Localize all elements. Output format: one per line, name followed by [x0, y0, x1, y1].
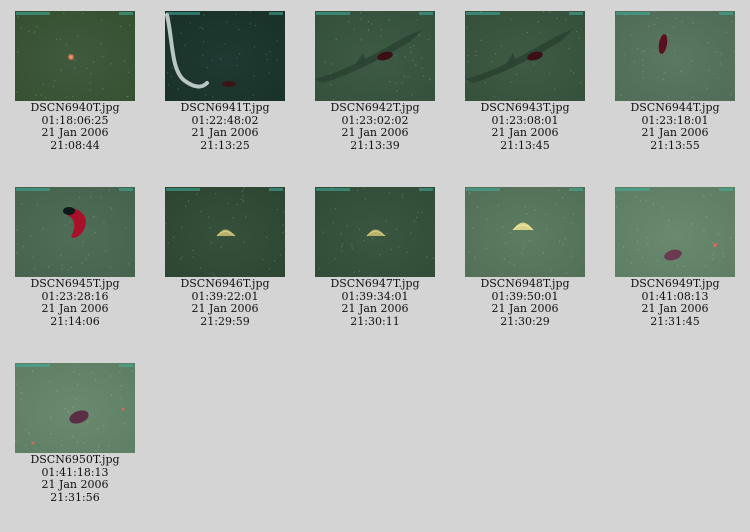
thumbnail-caption: DSCN6946T.jpg 01:39:22:01 21 Jan 2006 21…	[150, 277, 300, 329]
thumbnail-caption: DSCN6949T.jpg 01:41:08:13 21 Jan 2006 21…	[600, 277, 750, 329]
thumbnail-caption: DSCN6941T.jpg 01:22:48:02 21 Jan 2006 21…	[150, 101, 300, 153]
time-label: 21:13:55	[650, 139, 700, 153]
thumbnail-tile[interactable]: DSCN6941T.jpg 01:22:48:02 21 Jan 2006 21…	[150, 11, 300, 153]
thumbnail-gallery: DSCN6940T.jpg 01:18:06:25 21 Jan 2006 21…	[0, 0, 750, 532]
filename-label[interactable]: DSCN6942T.jpg	[300, 101, 450, 115]
thumbnail-image[interactable]	[465, 11, 585, 101]
thumbnail-tile[interactable]: DSCN6944T.jpg 01:23:18:01 21 Jan 2006 21…	[600, 11, 750, 153]
filename-label[interactable]: DSCN6944T.jpg	[600, 101, 750, 115]
thumbnail-image[interactable]	[15, 363, 135, 453]
thumbnail-image[interactable]	[315, 11, 435, 101]
thumbnail-caption: DSCN6944T.jpg 01:23:18:01 21 Jan 2006 21…	[600, 101, 750, 153]
thumbnail-tile[interactable]: DSCN6943T.jpg 01:23:08:01 21 Jan 2006 21…	[450, 11, 600, 153]
filename-label[interactable]: DSCN6945T.jpg	[0, 277, 150, 291]
thumbnail-image[interactable]	[165, 11, 285, 101]
thumbnail-caption: DSCN6942T.jpg 01:23:02:02 21 Jan 2006 21…	[300, 101, 450, 153]
filename-label[interactable]: DSCN6943T.jpg	[450, 101, 600, 115]
filename-label[interactable]: DSCN6950T.jpg	[0, 453, 150, 467]
thumbnail-tile[interactable]: DSCN6950T.jpg 01:41:18:13 21 Jan 2006 21…	[0, 363, 150, 505]
thumbnail-tile[interactable]: DSCN6940T.jpg 01:18:06:25 21 Jan 2006 21…	[0, 11, 150, 153]
thumbnail-tile[interactable]: DSCN6946T.jpg 01:39:22:01 21 Jan 2006 21…	[150, 187, 300, 329]
thumbnail-tile[interactable]: DSCN6949T.jpg 01:41:08:13 21 Jan 2006 21…	[600, 187, 750, 329]
thumbnail-image[interactable]	[615, 187, 735, 277]
thumbnail-caption: DSCN6950T.jpg 01:41:18:13 21 Jan 2006 21…	[0, 453, 150, 505]
time-label: 21:30:29	[500, 315, 550, 329]
thumbnail-tile[interactable]: DSCN6945T.jpg 01:23:28:16 21 Jan 2006 21…	[0, 187, 150, 329]
time-label: 21:14:06	[50, 315, 100, 329]
thumbnail-image[interactable]	[15, 11, 135, 101]
thumbnail-caption: DSCN6943T.jpg 01:23:08:01 21 Jan 2006 21…	[450, 101, 600, 153]
time-label: 21:31:56	[50, 491, 100, 505]
time-label: 21:08:44	[50, 139, 100, 153]
thumbnail-tile[interactable]: DSCN6942T.jpg 01:23:02:02 21 Jan 2006 21…	[300, 11, 450, 153]
filename-label[interactable]: DSCN6949T.jpg	[600, 277, 750, 291]
thumbnail-image[interactable]	[15, 187, 135, 277]
time-label: 21:30:11	[350, 315, 400, 329]
thumbnail-image[interactable]	[315, 187, 435, 277]
filename-label[interactable]: DSCN6941T.jpg	[150, 101, 300, 115]
thumbnail-caption: DSCN6945T.jpg 01:23:28:16 21 Jan 2006 21…	[0, 277, 150, 329]
thumbnail-caption: DSCN6940T.jpg 01:18:06:25 21 Jan 2006 21…	[0, 101, 150, 153]
thumbnail-image[interactable]	[465, 187, 585, 277]
time-label: 21:13:25	[200, 139, 250, 153]
thumbnail-caption: DSCN6947T.jpg 01:39:34:01 21 Jan 2006 21…	[300, 277, 450, 329]
time-label: 21:31:45	[650, 315, 700, 329]
time-label: 21:29:59	[200, 315, 250, 329]
thumbnail-image[interactable]	[615, 11, 735, 101]
thumbnail-tile[interactable]: DSCN6947T.jpg 01:39:34:01 21 Jan 2006 21…	[300, 187, 450, 329]
filename-label[interactable]: DSCN6947T.jpg	[300, 277, 450, 291]
filename-label[interactable]: DSCN6940T.jpg	[0, 101, 150, 115]
time-label: 21:13:39	[350, 139, 400, 153]
thumbnail-caption: DSCN6948T.jpg 01:39:50:01 21 Jan 2006 21…	[450, 277, 600, 329]
filename-label[interactable]: DSCN6946T.jpg	[150, 277, 300, 291]
filename-label[interactable]: DSCN6948T.jpg	[450, 277, 600, 291]
thumbnail-image[interactable]	[165, 187, 285, 277]
thumbnail-tile[interactable]: DSCN6948T.jpg 01:39:50:01 21 Jan 2006 21…	[450, 187, 600, 329]
time-label: 21:13:45	[500, 139, 550, 153]
